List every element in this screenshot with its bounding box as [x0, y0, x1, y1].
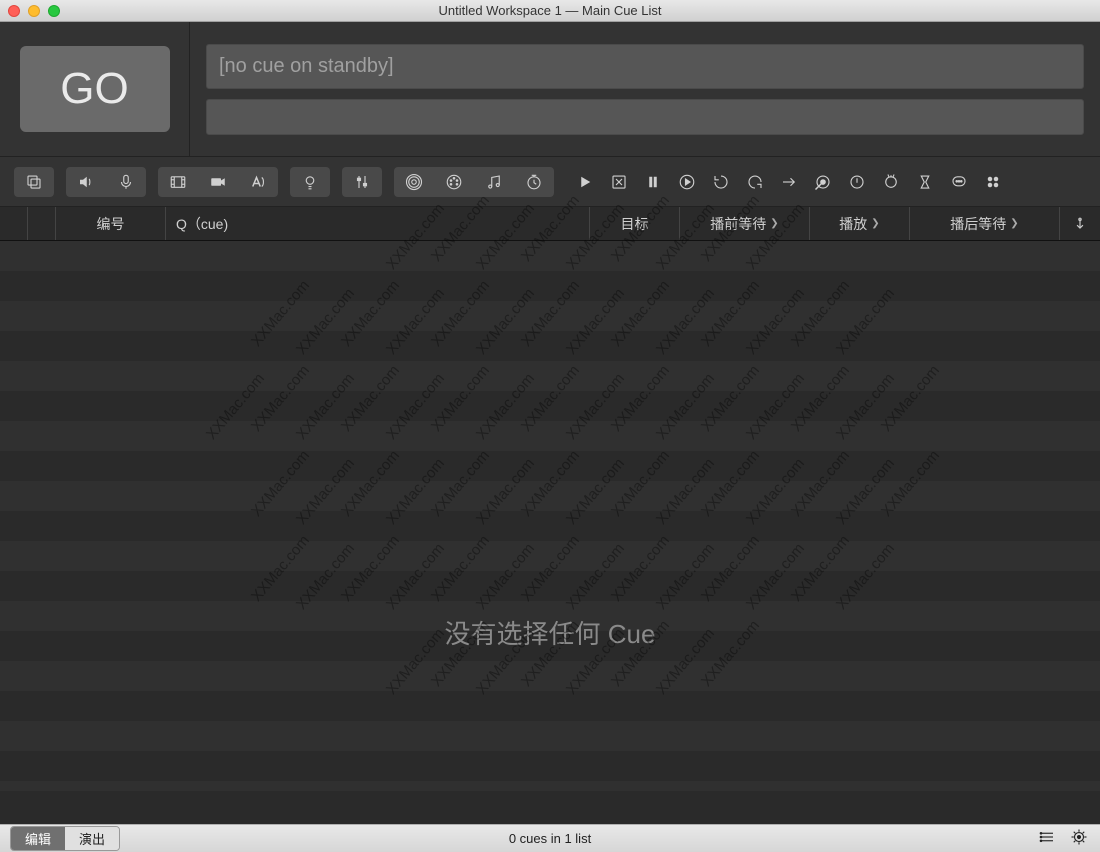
status-text: 0 cues in 1 list [0, 831, 1100, 846]
status-right [1038, 828, 1088, 849]
standby-notes-field[interactable] [206, 99, 1084, 135]
column-target[interactable]: 目标 [590, 207, 680, 240]
list-row [0, 721, 1100, 751]
list-row [0, 511, 1100, 541]
pause-icon[interactable] [638, 167, 668, 197]
list-row [0, 571, 1100, 601]
standby-cue-field[interactable]: [no cue on standby] [206, 44, 1084, 89]
reset-icon[interactable] [876, 167, 906, 197]
chevron-right-icon: ❯ [770, 218, 778, 229]
cart-icon[interactable] [978, 167, 1008, 197]
resume-icon[interactable] [672, 167, 702, 197]
column-header-row: 编号 Q（cue) 目标 播前等待 ❯ 播放 ❯ 播后等待 ❯ [0, 207, 1100, 241]
list-row [0, 331, 1100, 361]
go-button[interactable]: GO [20, 46, 170, 132]
close-window-button[interactable] [8, 5, 20, 17]
maximize-window-button[interactable] [48, 5, 60, 17]
goto-icon[interactable] [774, 167, 804, 197]
minimize-window-button[interactable] [28, 5, 40, 17]
list-row [0, 391, 1100, 421]
column-target-label: 目标 [621, 214, 649, 234]
column-q-label: Q（cue) [176, 214, 228, 234]
go-block: GO [0, 22, 190, 156]
mic-cue-icon[interactable] [106, 167, 146, 197]
chevron-right-icon: ❯ [1010, 218, 1018, 229]
arm-icon[interactable] [842, 167, 872, 197]
list-row [0, 301, 1100, 331]
music-note-icon[interactable] [474, 167, 514, 197]
column-postwait[interactable]: 播后等待 ❯ [910, 207, 1060, 240]
chevron-right-icon: ❯ [871, 218, 879, 229]
light-cue-icon[interactable] [290, 167, 330, 197]
list-row [0, 271, 1100, 301]
list-row [0, 751, 1100, 781]
window-title: Untitled Workspace 1 — Main Cue List [0, 3, 1100, 18]
column-flag[interactable] [0, 207, 28, 240]
mode-toggle: 编辑 演出 [10, 826, 120, 851]
stop-icon[interactable] [604, 167, 634, 197]
column-status[interactable] [28, 207, 56, 240]
timecode-cue-icon[interactable] [514, 167, 554, 197]
list-row [0, 241, 1100, 271]
list-row [0, 481, 1100, 511]
tool-group-group [14, 167, 54, 197]
list-row [0, 541, 1100, 571]
network-cue-icon[interactable] [394, 167, 434, 197]
load-icon[interactable] [740, 167, 770, 197]
text-cue-icon[interactable] [238, 167, 278, 197]
target-icon[interactable] [808, 167, 838, 197]
tool-group-video [158, 167, 278, 197]
list-row [0, 661, 1100, 691]
list-row [0, 631, 1100, 661]
list-row [0, 691, 1100, 721]
list-view-icon[interactable] [1038, 828, 1056, 849]
show-mode-button[interactable]: 演出 [65, 827, 119, 850]
tool-group-network [394, 167, 554, 197]
tool-group-fade [342, 167, 382, 197]
edit-mode-button[interactable]: 编辑 [11, 827, 65, 850]
column-number-label: 编号 [97, 214, 125, 234]
fade-cue-icon[interactable] [342, 167, 382, 197]
cue-list-area[interactable]: 没有选择任何 Cue [0, 241, 1100, 791]
tool-group-audio [66, 167, 146, 197]
tool-group-light [290, 167, 330, 197]
standby-block: [no cue on standby] [190, 22, 1100, 156]
column-action-label: 播放 [839, 214, 867, 234]
wait-icon[interactable] [910, 167, 940, 197]
tool-row-right [570, 167, 1008, 197]
list-row [0, 781, 1100, 791]
devamp-icon[interactable] [706, 167, 736, 197]
list-row [0, 421, 1100, 451]
traffic-lights [0, 5, 60, 17]
group-cue-icon[interactable] [14, 167, 54, 197]
midi-cue-icon[interactable] [434, 167, 474, 197]
column-number[interactable]: 编号 [56, 207, 166, 240]
column-continue[interactable] [1060, 207, 1100, 240]
column-postwait-label: 播后等待 [950, 214, 1006, 234]
status-bar: 编辑 演出 0 cues in 1 list [0, 824, 1100, 852]
camera-cue-icon[interactable] [198, 167, 238, 197]
settings-gear-icon[interactable] [1070, 828, 1088, 849]
column-action[interactable]: 播放 ❯ [810, 207, 910, 240]
column-prewait[interactable]: 播前等待 ❯ [680, 207, 810, 240]
play-icon[interactable] [570, 167, 600, 197]
top-panel: GO [no cue on standby] [0, 22, 1100, 157]
list-row [0, 451, 1100, 481]
list-row [0, 361, 1100, 391]
list-row [0, 601, 1100, 631]
column-q[interactable]: Q（cue) [166, 207, 590, 240]
anchor-down-icon [1073, 217, 1087, 231]
video-cue-icon[interactable] [158, 167, 198, 197]
cue-toolbar [0, 157, 1100, 207]
audio-cue-icon[interactable] [66, 167, 106, 197]
memo-icon[interactable] [944, 167, 974, 197]
window-titlebar: Untitled Workspace 1 — Main Cue List [0, 0, 1100, 22]
column-prewait-label: 播前等待 [710, 214, 766, 234]
